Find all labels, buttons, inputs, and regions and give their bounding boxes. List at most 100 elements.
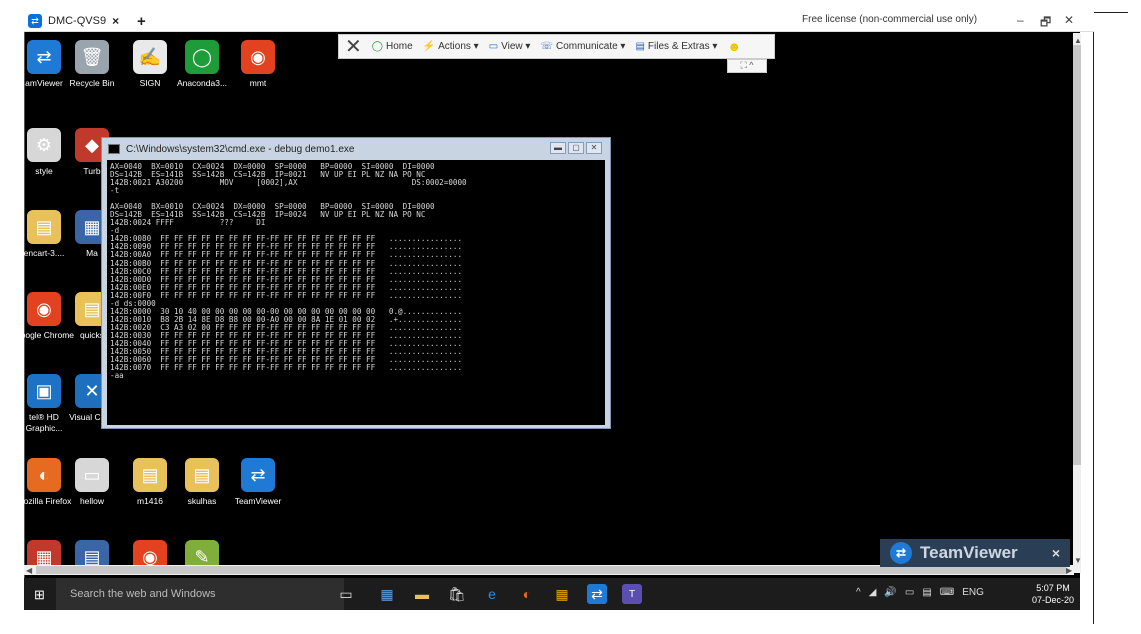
network-icon[interactable]: ◢ [869,587,877,598]
end-session-button[interactable]: ✕ [345,34,362,59]
desktop-icon[interactable]: ▭ hellow [62,458,122,507]
scroll-down-icon[interactable]: ▼ [1074,556,1082,565]
app-icon[interactable]: ▦ [552,584,572,604]
desktop-icon-label: SIGN [139,78,161,88]
communicate-menu[interactable]: ☏ Communicate ▾ [540,41,625,52]
close-window-button[interactable]: ✕ [1064,13,1074,27]
vertical-scroll-thumb[interactable] [1073,45,1081,465]
home-button[interactable]: ◯ Home [372,41,413,52]
desktop-app-icon: ▣ [27,374,61,408]
cmd-titlebar[interactable]: C:\Windows\system32\cmd.exe - debug demo… [102,138,610,160]
notification-icon[interactable]: ▤ [922,587,931,598]
remote-toolbar: ✕ ◯ Home ⚡ Actions ▾ ▭ View ▾ ☏ Communicate … [338,34,775,59]
minimize-button[interactable]: – [1017,13,1024,27]
file-explorer-icon[interactable]: ▬ [412,584,432,604]
desktop-app-icon: ▤ [185,458,219,492]
cmd-minimize-button[interactable]: ▬ [550,142,566,154]
language-indicator[interactable]: ENG [962,587,984,598]
taskbar-search[interactable]: Search the web and Windows [56,578,344,610]
communicate-label: Communicate ▾ [555,41,626,52]
desktop-app-icon: ⇄ [27,40,61,74]
page-border [1093,10,1094,624]
vertical-scrollbar[interactable] [1073,33,1081,573]
keyboard-icon[interactable]: ⌨ [940,587,954,598]
license-text: Free license (non-commercial use only) [802,14,978,25]
cmd-window[interactable]: C:\Windows\system32\cmd.exe - debug demo… [101,137,611,429]
desktop-app-icon: ▤ [133,458,167,492]
console-line: -aa [110,371,124,381]
teamviewer-tabbar: ⇄ DMC-QVS9 × + Free license (non-commerc… [24,10,1094,32]
desktop-icon[interactable]: ✍ SIGN [120,40,180,89]
cmd-scrollbar[interactable] [600,162,604,424]
cmd-window-controls: ▬ ▢ ✕ [550,142,602,154]
actions-label: Actions ▾ [438,41,479,52]
console-line: 142B:00F0 FF FF FF FF FF FF FF FF-FF FF … [110,290,463,300]
console-line: -t [110,186,120,196]
files-extras-menu[interactable]: ▤ Files & Extras ▾ [635,41,717,52]
start-tiles-icon[interactable]: ▦ [377,584,397,604]
desktop-app-icon: ▤ [27,210,61,244]
task-view-icon[interactable]: ▭ [336,584,356,604]
horizontal-scroll-thumb[interactable] [36,566,1066,574]
view-menu[interactable]: ▭ View ▾ [489,41,531,52]
desktop-icon-label: Recycle Bin [69,78,115,88]
close-badge-icon[interactable]: × [1052,545,1060,561]
console-line: 142B:0024 FFFF ??? DI [110,218,266,228]
desktop-app-icon: ✍ [133,40,167,74]
add-tab-button[interactable]: + [137,13,146,30]
store-icon[interactable]: 🛍 [447,584,467,604]
phone-icon: ☏ [540,41,553,52]
close-tab-icon[interactable]: × [112,14,119,28]
feedback-smiley[interactable]: ☻ [727,39,741,54]
actions-menu[interactable]: ⚡ Actions ▾ [423,41,479,52]
session-tab[interactable]: ⇄ DMC-QVS9 × [24,10,134,32]
desktop-app-icon: ◐ [27,458,61,492]
windows-start-icon[interactable]: ⊞ [34,587,45,603]
desktop-app-icon: ⚙ [27,128,61,162]
desktop-app-icon: ◉ [27,292,61,326]
console-output[interactable]: AX=0040 BX=0010 CX=0024 DX=0000 SP=0000 … [107,160,605,425]
desktop-icon[interactable]: 🗑 Recycle Bin [62,40,122,89]
desktop-icon[interactable]: ⇄ TeamViewer [228,458,288,507]
files-icon: ▤ [635,41,645,52]
monitor-icon: ▭ [488,41,499,52]
scroll-right-icon[interactable]: ▶ [1066,566,1072,575]
console-line: 142B:0070 FF FF FF FF FF FF FF FF-FF FF … [110,363,463,373]
desktop-icon[interactable]: ◯ Anaconda3... [172,40,232,89]
desktop-icon-label: hellow [79,496,105,506]
desktop-icon-label: TeamViewer [234,496,282,506]
desktop-icon[interactable]: ▤ skulhas [172,458,232,507]
view-label: View ▾ [501,41,531,52]
tray-chevron-icon[interactable]: ^ [856,587,861,598]
home-icon: ◯ [371,41,383,52]
scroll-left-icon[interactable]: ◀ [26,566,32,575]
desktop-icon[interactable]: ◉ mmt [228,40,288,89]
toolbar-collapse-button[interactable]: ⛶ ^ [727,59,767,73]
taskbar-clock[interactable]: 5:07 PM 07-Dec-20 [1032,582,1074,606]
desktop-app-icon: 🗑 [75,40,109,74]
teamviewer-badge[interactable]: ⇄ TeamViewer × [880,539,1070,567]
cmd-maximize-button[interactable]: ▢ [568,142,584,154]
desktop-icon[interactable]: ▤ m1416 [120,458,180,507]
restore-button[interactable]: 🗗 [1040,13,1051,34]
desktop-app-icon: ▭ [75,458,109,492]
edge-icon[interactable]: e [482,584,502,604]
teamviewer-taskbar-icon[interactable]: ⇄ [587,584,607,604]
home-label: Home [385,41,413,52]
console-line: 142B:0021 A30200 MOV [0002],AX DS:0002=0… [110,178,467,188]
volume-icon[interactable]: 🔊 [884,587,896,598]
files-label: Files & Extras ▾ [647,41,718,52]
battery-icon[interactable]: ▭ [905,587,914,598]
scroll-up-icon[interactable]: ▲ [1074,36,1082,45]
teams-icon[interactable]: T [622,584,642,604]
cmd-close-button[interactable]: ✕ [586,142,602,154]
lightning-icon: ⚡ [422,41,436,52]
desktop-app-icon: ◉ [241,40,275,74]
system-tray: ^ ◢ 🔊 ▭ ▤ ⌨ ENG [856,587,984,598]
firefox-icon[interactable]: ◐ [517,584,537,604]
teamviewer-logo-icon: ⇄ [890,542,912,564]
clock-time: 5:07 PM [1036,583,1070,593]
desktop-app-icon: ⇄ [241,458,275,492]
taskbar: ⊞ Search the web and Windows ▭ ▦ ▬ 🛍 e ◐… [24,578,1080,610]
teamviewer-tab-icon: ⇄ [28,14,42,28]
